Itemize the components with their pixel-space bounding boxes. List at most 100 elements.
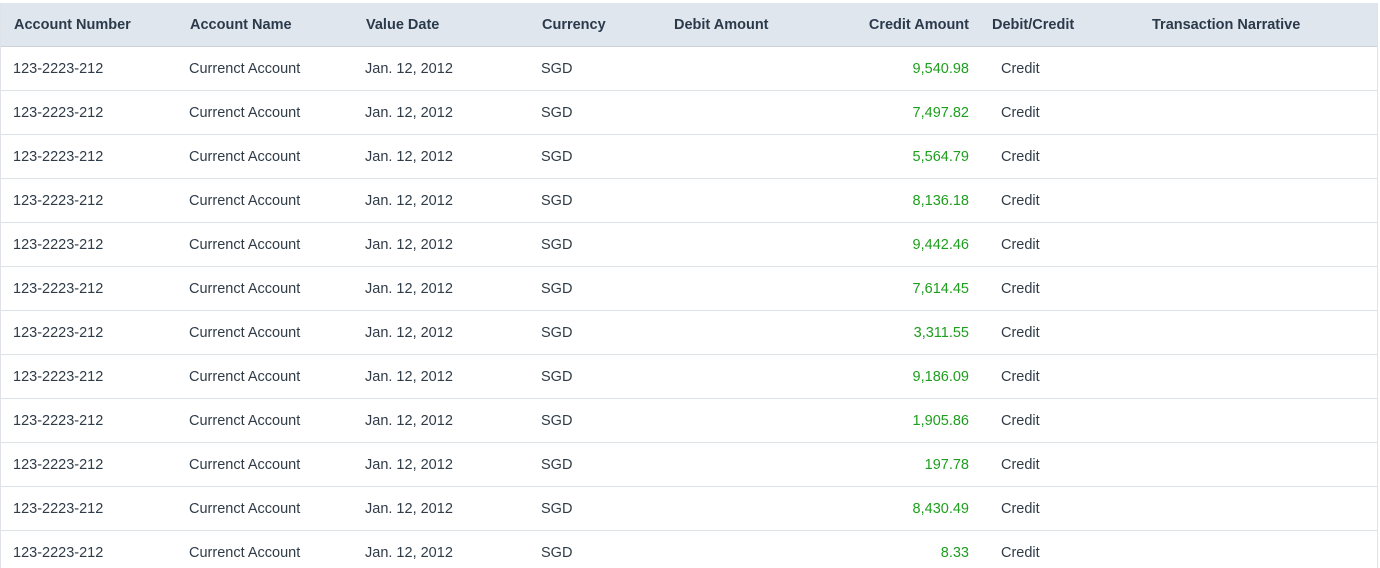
- cell-account-name: Currenct Account: [177, 46, 353, 91]
- cell-account-number: 123-2223-212: [1, 266, 177, 311]
- cell-credit-amount: 7,497.82: [814, 90, 979, 135]
- column-header-account-name[interactable]: Account Name: [177, 3, 353, 47]
- column-header-debit-amount[interactable]: Debit Amount: [661, 3, 814, 47]
- cell-transaction-narrative: [1139, 134, 1377, 179]
- cell-account-name: Currenct Account: [177, 178, 353, 223]
- table-row[interactable]: 123-2223-212 Currenct Account Jan. 12, 201…: [1, 354, 1377, 399]
- cell-value-date: Jan. 12, 2012: [353, 398, 529, 443]
- cell-debit-credit: Credit: [979, 442, 1139, 487]
- cell-currency: SGD: [529, 310, 661, 355]
- cell-currency: SGD: [529, 134, 661, 179]
- cell-transaction-narrative: [1139, 266, 1377, 311]
- cell-currency: SGD: [529, 90, 661, 135]
- column-header-credit-amount[interactable]: Credit Amount: [814, 3, 979, 47]
- transactions-table-container: Account Number Account Name Value Date C…: [0, 3, 1378, 568]
- cell-transaction-narrative: [1139, 354, 1377, 399]
- cell-value-date: Jan. 12, 2012: [353, 266, 529, 311]
- cell-transaction-narrative: [1139, 90, 1377, 135]
- cell-currency: SGD: [529, 178, 661, 223]
- cell-credit-amount: 8,136.18: [814, 178, 979, 223]
- cell-debit-credit: Credit: [979, 530, 1139, 568]
- cell-account-number: 123-2223-212: [1, 310, 177, 355]
- cell-account-number: 123-2223-212: [1, 530, 177, 568]
- cell-debit-credit: Credit: [979, 310, 1139, 355]
- cell-debit-credit: Credit: [979, 90, 1139, 135]
- cell-account-number: 123-2223-212: [1, 90, 177, 135]
- cell-debit-credit: Credit: [979, 354, 1139, 399]
- column-header-value-date[interactable]: Value Date: [353, 3, 529, 47]
- cell-transaction-narrative: [1139, 442, 1377, 487]
- cell-credit-amount: 1,905.86: [814, 398, 979, 443]
- cell-transaction-narrative: [1139, 310, 1377, 355]
- cell-debit-amount: [661, 266, 814, 311]
- cell-credit-amount: 3,311.55: [814, 310, 979, 355]
- cell-debit-amount: [661, 222, 814, 267]
- cell-debit-credit: Credit: [979, 486, 1139, 531]
- cell-debit-amount: [661, 90, 814, 135]
- cell-transaction-narrative: [1139, 178, 1377, 223]
- cell-currency: SGD: [529, 266, 661, 311]
- cell-value-date: Jan. 12, 2012: [353, 222, 529, 267]
- cell-currency: SGD: [529, 222, 661, 267]
- table-row[interactable]: 123-2223-212 Currenct Account Jan. 12, 201…: [1, 178, 1377, 223]
- cell-credit-amount: 197.78: [814, 442, 979, 487]
- column-header-debit-credit[interactable]: Debit/Credit: [979, 3, 1139, 47]
- table-row[interactable]: 123-2223-212 Currenct Account Jan. 12, 201…: [1, 266, 1377, 311]
- cell-account-name: Currenct Account: [177, 310, 353, 355]
- table-row[interactable]: 123-2223-212 Currenct Account Jan. 12, 201…: [1, 530, 1377, 568]
- cell-credit-amount: 5,564.79: [814, 134, 979, 179]
- cell-account-name: Currenct Account: [177, 398, 353, 443]
- column-header-currency[interactable]: Currency: [529, 3, 661, 47]
- cell-debit-amount: [661, 398, 814, 443]
- cell-credit-amount: 8,430.49: [814, 486, 979, 531]
- cell-account-number: 123-2223-212: [1, 222, 177, 267]
- cell-transaction-narrative: [1139, 222, 1377, 267]
- table-row[interactable]: 123-2223-212 Currenct Account Jan. 12, 201…: [1, 442, 1377, 487]
- cell-transaction-narrative: [1139, 530, 1377, 568]
- column-header-transaction-narrative[interactable]: Transaction Narrative: [1139, 3, 1377, 47]
- table-row[interactable]: 123-2223-212 Currenct Account Jan. 12, 201…: [1, 486, 1377, 531]
- cell-debit-credit: Credit: [979, 222, 1139, 267]
- table-row[interactable]: 123-2223-212 Currenct Account Jan. 12, 201…: [1, 310, 1377, 355]
- cell-currency: SGD: [529, 398, 661, 443]
- table-row[interactable]: 123-2223-212 Currenct Account Jan. 12, 201…: [1, 222, 1377, 267]
- cell-debit-amount: [661, 442, 814, 487]
- transactions-table: Account Number Account Name Value Date C…: [1, 3, 1377, 568]
- cell-credit-amount: 9,442.46: [814, 222, 979, 267]
- cell-currency: SGD: [529, 354, 661, 399]
- cell-account-name: Currenct Account: [177, 486, 353, 531]
- cell-account-name: Currenct Account: [177, 134, 353, 179]
- column-header-account-number[interactable]: Account Number: [1, 3, 177, 47]
- cell-account-number: 123-2223-212: [1, 178, 177, 223]
- cell-debit-credit: Credit: [979, 398, 1139, 443]
- cell-value-date: Jan. 12, 2012: [353, 530, 529, 568]
- table-row[interactable]: 123-2223-212 Currenct Account Jan. 12, 201…: [1, 90, 1377, 135]
- table-row[interactable]: 123-2223-212 Currenct Account Jan. 12, 201…: [1, 398, 1377, 443]
- cell-value-date: Jan. 12, 2012: [353, 486, 529, 531]
- cell-debit-amount: [661, 486, 814, 531]
- cell-account-number: 123-2223-212: [1, 398, 177, 443]
- table-row[interactable]: 123-2223-212 Currenct Account Jan. 12, 201…: [1, 134, 1377, 179]
- cell-credit-amount: 7,614.45: [814, 266, 979, 311]
- cell-value-date: Jan. 12, 2012: [353, 90, 529, 135]
- cell-account-name: Currenct Account: [177, 354, 353, 399]
- cell-transaction-narrative: [1139, 46, 1377, 91]
- cell-account-name: Currenct Account: [177, 222, 353, 267]
- cell-transaction-narrative: [1139, 398, 1377, 443]
- cell-debit-amount: [661, 134, 814, 179]
- table-row[interactable]: 123-2223-212 Currenct Account Jan. 12, 201…: [1, 46, 1377, 91]
- cell-account-number: 123-2223-212: [1, 134, 177, 179]
- cell-value-date: Jan. 12, 2012: [353, 310, 529, 355]
- cell-debit-credit: Credit: [979, 178, 1139, 223]
- cell-currency: SGD: [529, 486, 661, 531]
- cell-debit-amount: [661, 354, 814, 399]
- cell-account-name: Currenct Account: [177, 266, 353, 311]
- cell-account-number: 123-2223-212: [1, 46, 177, 91]
- cell-debit-credit: Credit: [979, 46, 1139, 91]
- cell-value-date: Jan. 12, 2012: [353, 178, 529, 223]
- cell-debit-amount: [661, 178, 814, 223]
- cell-credit-amount: 9,186.09: [814, 354, 979, 399]
- cell-credit-amount: 8.33: [814, 530, 979, 568]
- cell-account-name: Currenct Account: [177, 530, 353, 568]
- cell-debit-amount: [661, 310, 814, 355]
